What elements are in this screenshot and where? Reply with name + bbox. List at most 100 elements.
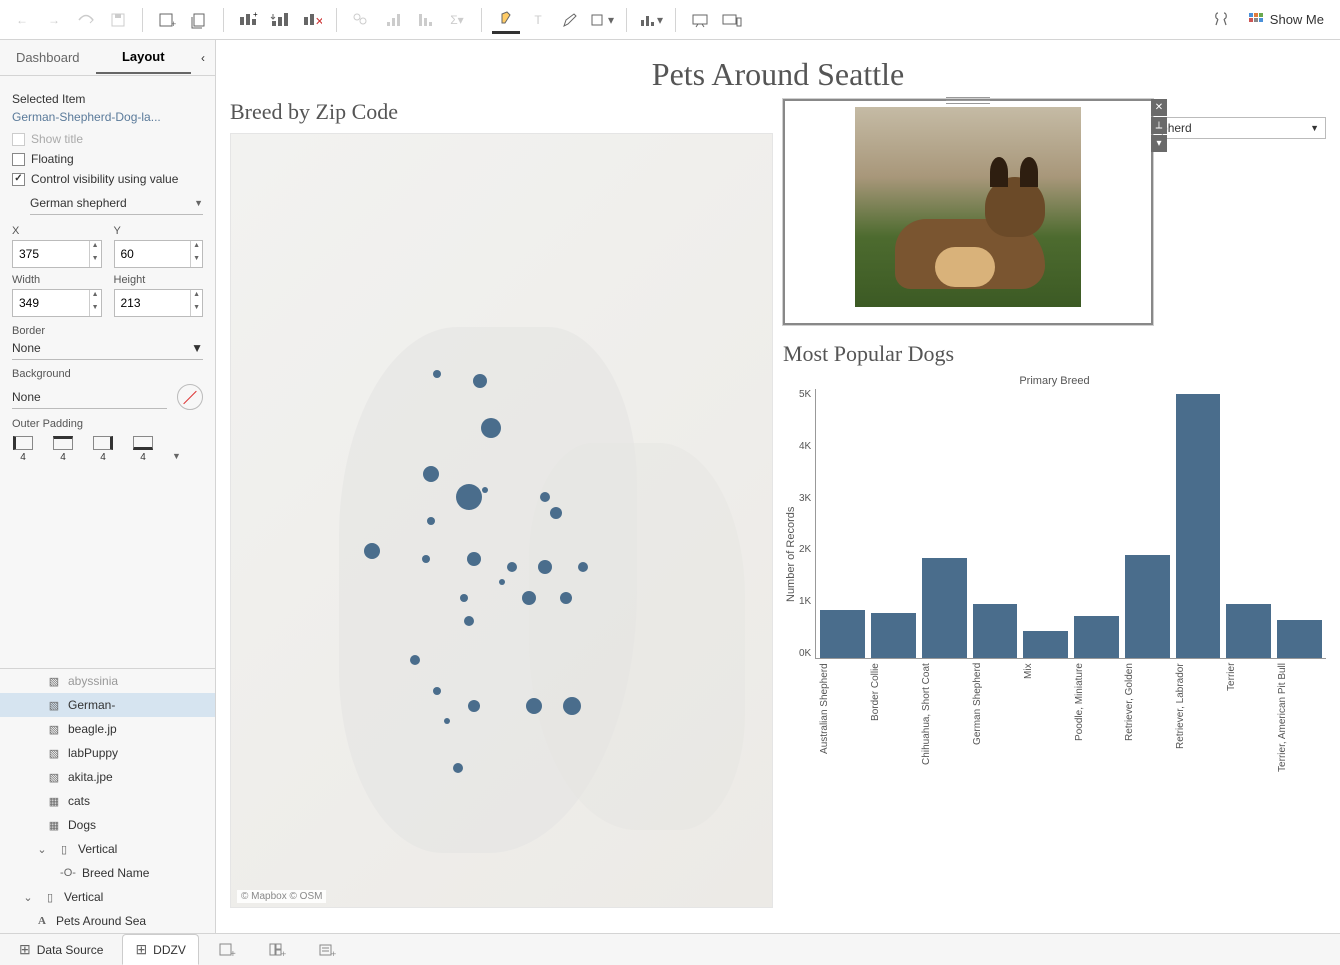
collapse-sidebar-button[interactable]: ‹ (191, 51, 215, 65)
bar[interactable] (820, 610, 865, 658)
map-point[interactable] (364, 543, 380, 559)
sheet-tab[interactable]: ⊞DDZV (122, 934, 198, 965)
map-point[interactable] (526, 698, 542, 714)
stepper-up-icon[interactable]: ▲ (191, 241, 202, 254)
map-viz[interactable]: © Mapbox © OSM (230, 133, 773, 908)
stepper-down-icon[interactable]: ▼ (191, 303, 202, 316)
sort-bars-desc-button[interactable] (411, 6, 439, 34)
annotate-button[interactable] (556, 6, 584, 34)
tree-item[interactable]: ▦cats (0, 789, 215, 813)
swap-button[interactable]: + (234, 6, 262, 34)
tree-item-vertical[interactable]: ⌄▯Vertical (0, 837, 215, 861)
tab-dashboard[interactable]: Dashboard (0, 42, 96, 73)
chevron-down-icon[interactable]: ▼ (172, 451, 181, 463)
tree-item[interactable]: ▧labPuppy (0, 741, 215, 765)
floating-checkbox[interactable]: Floating (12, 152, 203, 166)
control-visibility-checkbox[interactable]: Control visibility using value (12, 172, 203, 186)
bar[interactable] (922, 558, 967, 658)
show-me-button[interactable]: Show Me (1240, 12, 1332, 28)
width-input[interactable]: ▲▼ (12, 289, 102, 317)
tree-item[interactable]: ▦Dogs (0, 813, 215, 837)
tree-item[interactable]: APets Around Sea (0, 909, 215, 933)
fit-dropdown[interactable]: ▾ (588, 6, 616, 34)
bar[interactable] (1277, 620, 1322, 658)
dashboard-canvas[interactable]: Pets Around Seattle Breed by Zip Code © … (216, 40, 1340, 933)
undo-redo-button[interactable] (72, 6, 100, 34)
bar[interactable] (1023, 631, 1068, 658)
stepper-up-icon[interactable]: ▲ (90, 290, 101, 303)
map-point[interactable] (522, 591, 536, 605)
map-point[interactable] (481, 418, 501, 438)
save-button[interactable] (104, 6, 132, 34)
clear-button[interactable]: ✕ (298, 6, 326, 34)
presentation-button[interactable] (686, 6, 714, 34)
bar-chart[interactable]: Number of Records 5K4K3K2K1K0K Australia… (783, 389, 1326, 719)
pin-button[interactable]: ⟂ (1151, 117, 1167, 134)
tree-item[interactable]: ▧abyssinia (0, 669, 215, 693)
new-sheet-button[interactable]: + (153, 6, 181, 34)
device-preview-button[interactable] (718, 6, 746, 34)
stepper-down-icon[interactable]: ▼ (191, 254, 202, 267)
tree-item[interactable]: ▧akita.jpe (0, 765, 215, 789)
pad-top[interactable]: 4 (52, 436, 74, 463)
tab-layout[interactable]: Layout (96, 41, 192, 74)
stepper-down-icon[interactable]: ▼ (90, 303, 101, 316)
pad-bottom[interactable]: 4 (132, 436, 154, 463)
text-button[interactable]: T (524, 6, 552, 34)
forward-button[interactable]: → (40, 6, 68, 34)
map-point[interactable] (563, 697, 581, 715)
bar[interactable] (1125, 555, 1170, 658)
new-worksheet-button[interactable]: + (205, 935, 249, 965)
image-object-selected[interactable]: ✕ ⟂ ▾ (783, 99, 1153, 325)
background-color-swatch[interactable] (177, 384, 203, 410)
back-button[interactable]: ← (8, 6, 36, 34)
stepper-up-icon[interactable]: ▲ (90, 241, 101, 254)
remove-button[interactable]: ✕ (1151, 99, 1167, 116)
pad-left[interactable]: 4 (12, 436, 34, 463)
height-input[interactable]: ▲▼ (114, 289, 204, 317)
map-point[interactable] (410, 655, 420, 665)
tree-item[interactable]: ▧beagle.jp (0, 717, 215, 741)
show-title-checkbox[interactable]: Show title (12, 132, 203, 146)
sort-bars-asc-button[interactable] (379, 6, 407, 34)
map-point[interactable] (433, 370, 441, 378)
border-dropdown[interactable]: None▼ (12, 337, 203, 360)
tree-item-vertical[interactable]: ⌄▯Vertical (0, 885, 215, 909)
tree-item[interactable]: -O-Breed Name (0, 861, 215, 885)
new-dashboard-button[interactable]: + (255, 935, 299, 965)
data-source-tab[interactable]: ⊞Data Source (6, 934, 116, 965)
map-point[interactable] (433, 687, 441, 695)
bar[interactable] (1226, 604, 1271, 658)
bar[interactable] (1176, 394, 1221, 658)
find-button[interactable] (1208, 6, 1236, 34)
group-button[interactable] (347, 6, 375, 34)
bar[interactable] (1074, 616, 1119, 658)
duplicate-sheet-button[interactable] (185, 6, 213, 34)
pad-right[interactable]: 4 (92, 436, 114, 463)
map-point[interactable] (550, 507, 562, 519)
sort-asc-button[interactable] (266, 6, 294, 34)
bar[interactable] (973, 604, 1018, 658)
map-point[interactable] (422, 555, 430, 563)
y-input[interactable]: ▲▼ (114, 240, 204, 268)
stepper-down-icon[interactable]: ▼ (90, 254, 101, 267)
map-point[interactable] (538, 560, 552, 574)
map-point[interactable] (499, 579, 505, 585)
drag-handle-icon[interactable] (946, 97, 990, 104)
bar[interactable] (871, 613, 916, 658)
x-input[interactable]: ▲▼ (12, 240, 102, 268)
map-point[interactable] (427, 517, 435, 525)
tree-item[interactable]: ▧German- (0, 693, 215, 717)
highlight-button[interactable] (492, 6, 520, 34)
more-button[interactable]: ▾ (1151, 135, 1167, 152)
background-dropdown[interactable]: None (12, 386, 167, 409)
map-point[interactable] (578, 562, 588, 572)
map-point[interactable] (482, 487, 488, 493)
new-story-button[interactable]: + (305, 935, 349, 965)
show-cards-button[interactable]: ▾ (637, 6, 665, 34)
totals-button[interactable]: Σ▾ (443, 6, 471, 34)
control-visibility-dropdown[interactable]: German shepherd ▼ (30, 192, 203, 215)
map-point[interactable] (464, 616, 474, 626)
stepper-up-icon[interactable]: ▲ (191, 290, 202, 303)
map-point[interactable] (460, 594, 468, 602)
